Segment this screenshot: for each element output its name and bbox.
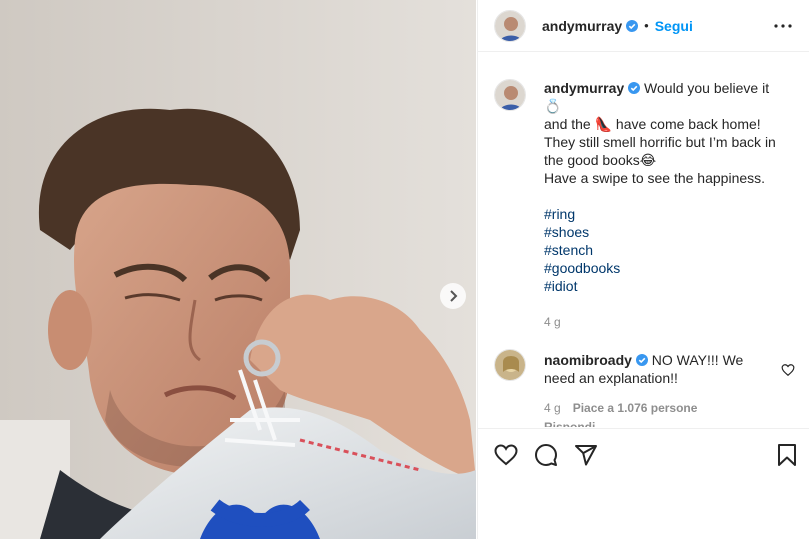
hashtags: #ring #shoes #stench #goodbooks #idiot bbox=[544, 205, 776, 295]
more-options-icon bbox=[774, 23, 792, 28]
hashtag-ring[interactable]: #ring bbox=[544, 205, 776, 223]
more-options-button[interactable] bbox=[771, 14, 795, 38]
send-icon bbox=[575, 444, 597, 465]
heart-icon bbox=[494, 443, 518, 465]
like-button[interactable] bbox=[494, 443, 518, 467]
caption-avatar[interactable] bbox=[494, 79, 526, 111]
share-button[interactable] bbox=[574, 443, 598, 467]
caption: andymurray Would you believe it 💍 and th… bbox=[494, 69, 793, 331]
comment-icon bbox=[535, 443, 557, 466]
comment: naomibroady NO WAY!!! We need an explana… bbox=[494, 349, 795, 427]
save-button[interactable] bbox=[775, 443, 799, 467]
comments-section: andymurray Would you believe it 💍 and th… bbox=[478, 53, 809, 427]
comment-likes[interactable]: Piace a 1.076 persone bbox=[573, 401, 698, 415]
chevron-right-icon bbox=[450, 290, 458, 302]
caption-time[interactable]: 4 g bbox=[544, 313, 776, 331]
bookmark-icon bbox=[778, 443, 796, 466]
avatar-image bbox=[495, 10, 525, 41]
caption-line-3: They still smell horrific but I’m back i… bbox=[544, 134, 776, 150]
avatar-image bbox=[495, 350, 525, 380]
follow-button[interactable]: Segui bbox=[655, 18, 693, 34]
comment-time[interactable]: 4 g bbox=[544, 401, 561, 415]
comment-meta: 4 g Piace a 1.076 persone bbox=[544, 399, 776, 417]
post-image bbox=[0, 0, 476, 539]
verified-badge-icon bbox=[635, 354, 648, 366]
verified-badge-icon bbox=[626, 19, 639, 32]
hashtag-shoes[interactable]: #shoes bbox=[544, 223, 776, 241]
comment-username[interactable]: naomibroady bbox=[544, 352, 632, 368]
avatar-image bbox=[495, 80, 525, 110]
caption-line-4: the good books😂 bbox=[544, 152, 657, 168]
next-photo-button[interactable] bbox=[440, 283, 466, 309]
hashtag-goodbooks[interactable]: #goodbooks bbox=[544, 259, 776, 277]
action-bar bbox=[478, 428, 809, 480]
hashtag-stench[interactable]: #stench bbox=[544, 241, 776, 259]
reply-button[interactable]: Rispondi bbox=[544, 418, 776, 427]
caption-username[interactable]: andymurray bbox=[544, 80, 624, 96]
caption-line-5: Have a swipe to see the happiness. bbox=[544, 170, 766, 186]
comment-avatar[interactable] bbox=[494, 349, 526, 381]
verified-badge-icon bbox=[628, 82, 641, 94]
like-comment-icon[interactable] bbox=[781, 363, 795, 377]
comment-button[interactable] bbox=[534, 443, 558, 467]
separator-dot: • bbox=[644, 18, 649, 33]
avatar[interactable] bbox=[494, 9, 526, 42]
post-side-panel: andymurray • Segui andymurray Would you … bbox=[477, 0, 809, 539]
post-username[interactable]: andymurray bbox=[542, 18, 622, 34]
caption-line-2: and the 👠 have come back home! bbox=[544, 116, 761, 132]
hashtag-idiot[interactable]: #idiot bbox=[544, 277, 776, 295]
post-header: andymurray • Segui bbox=[478, 0, 809, 52]
post-photo bbox=[0, 0, 476, 539]
